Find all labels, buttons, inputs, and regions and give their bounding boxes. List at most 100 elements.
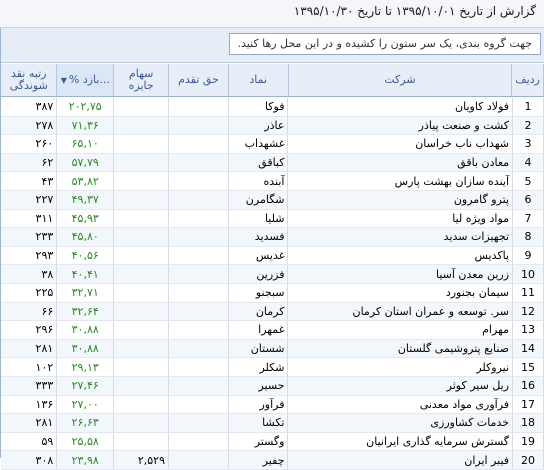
cell-rights xyxy=(168,246,229,266)
cell-symbol: حسیر xyxy=(228,376,289,396)
cell-liquidity-rank: ۶۲ xyxy=(1,153,58,173)
table-row[interactable]: ۳۳۳ ۲۷,۴۶ حسیر ریل سیر کوثر 16 xyxy=(1,376,544,396)
cell-rights xyxy=(168,134,229,154)
table-row[interactable]: ۴۳ ۵۳,۸۲ آبنده آینده سازان بهشت پارس 5 xyxy=(1,171,544,191)
table-row[interactable]: ۵۹ ۲۵,۵۸ وگستر گسترش سرمایه گذاری ایرانیان 1… xyxy=(1,432,544,452)
table-row[interactable]: ۶۲ ۵۷,۷۹ کباقق معادن باقق 4 xyxy=(1,153,544,173)
cell-return-pct: ۴۹,۳۷ xyxy=(56,190,115,210)
cell-row-number: 15 xyxy=(512,357,544,377)
cell-rights xyxy=(168,357,229,377)
cell-liquidity-rank: ۳۰۸ xyxy=(1,450,58,470)
table-row[interactable]: ۲۹۳ ۴۰,۵۶ غدیس پاکدیس 9 xyxy=(1,246,544,266)
table-row[interactable]: ۲۸۱ ۳۰,۸۸ شستان صنایع پتروشیمی گلستان 14 xyxy=(1,339,544,359)
cell-liquidity-rank: ۳۱۱ xyxy=(1,209,58,229)
table-row[interactable]: ۳۸۷ ۲۰۲,۷۵ فوکا فولاد کاویان 1 xyxy=(1,98,544,117)
table-row[interactable]: ۱۳۶ ۲۷,۰۰ فرآور فرآوری مواد معدنی 17 xyxy=(1,395,544,415)
cell-bonus-shares xyxy=(113,264,169,284)
cell-rights xyxy=(168,432,229,452)
cell-row-number: 5 xyxy=(512,171,544,191)
cell-bonus-shares xyxy=(113,134,169,154)
cell-row-number: 8 xyxy=(512,227,544,247)
cell-company: فولاد کاویان xyxy=(287,98,514,117)
cell-symbol: وگستر xyxy=(228,432,289,452)
cell-return-pct: ۲۵,۵۸ xyxy=(56,432,115,452)
report-title: گزارش از تاریخ ۱۳۹۵/۱۰/۰۱ تا تاریخ ۱۳۹۵/… xyxy=(293,4,536,18)
cell-symbol: غمهرا xyxy=(228,320,289,340)
cell-return-pct: ۵۷,۷۹ xyxy=(56,153,115,173)
cell-company: مواد ویژه لیا xyxy=(287,209,514,229)
column-header-row[interactable]: ردیف xyxy=(511,64,544,97)
cell-bonus-shares xyxy=(113,376,169,396)
cell-row-number: 9 xyxy=(512,246,544,266)
cell-symbol: غدیس xyxy=(228,246,289,266)
cell-liquidity-rank: ۲۸۱ xyxy=(1,413,58,433)
column-header-rank[interactable]: رتبه نقد شوندگی xyxy=(1,64,58,97)
cell-rights xyxy=(168,209,229,229)
table-row[interactable]: ۲۷۸ ۷۱,۳۶ عاذر کشت و صنعت پیاذر 2 xyxy=(1,116,544,136)
column-header-bonus-shares[interactable]: سهام جایزه xyxy=(113,64,170,97)
table-row[interactable]: ۲۲۵ ۳۲,۷۱ سبجنو سیمان بجنورد 11 xyxy=(1,283,544,303)
table-row[interactable]: ۳۱۱ ۴۵,۹۳ شلیا مواد ویژه لیا 7 xyxy=(1,209,544,229)
cell-return-pct: ۶۵,۱۰ xyxy=(56,134,115,154)
cell-symbol: شستان xyxy=(228,339,289,359)
column-header-symbol[interactable]: نماد xyxy=(228,64,289,97)
cell-liquidity-rank: ۲۳۳ xyxy=(1,227,58,247)
sort-descending-icon: ▼ xyxy=(60,75,67,85)
cell-rights xyxy=(168,320,229,340)
table-row[interactable]: ۲۹۶ ۳۰,۸۸ غمهرا مهرام 13 xyxy=(1,320,544,340)
cell-rights xyxy=(168,190,229,210)
cell-liquidity-rank: ۲۹۶ xyxy=(1,320,58,340)
column-header-rights[interactable]: حق تقدم xyxy=(168,64,229,97)
table-row[interactable]: ۲۳۳ ۴۵,۸۰ فسدید تجهیزات سدید 8 xyxy=(1,227,544,247)
cell-rights xyxy=(168,264,229,284)
cell-bonus-shares xyxy=(113,246,169,266)
table-row[interactable]: ۳۸ ۴۰,۴۱ فزرین زرین معدن آسیا 10 xyxy=(1,264,544,284)
cell-rights xyxy=(168,283,229,303)
cell-symbol: کرمان xyxy=(228,302,289,322)
table-row[interactable]: ۲۶۰ ۶۵,۱۰ غشهداب شهداب ناب خراسان 3 xyxy=(1,134,544,154)
cell-bonus-shares xyxy=(113,190,169,210)
cell-bonus-shares xyxy=(113,339,169,359)
grid-header: رتبه نقد شوندگی ▼% بازد... سهام جایزه حق… xyxy=(1,64,544,97)
cell-company: گسترش سرمایه گذاری ایرانیان xyxy=(287,432,514,452)
cell-rights xyxy=(168,376,229,396)
table-row[interactable]: ۱۰۲ ۲۹,۱۳ شکلر نیروکلر 15 xyxy=(1,357,544,377)
cell-symbol: فزرین xyxy=(228,264,289,284)
cell-row-number: 7 xyxy=(512,209,544,229)
cell-bonus-shares xyxy=(113,432,169,452)
cell-bonus-shares xyxy=(113,153,169,173)
cell-bonus-shares xyxy=(113,413,169,433)
cell-liquidity-rank: ۲۶۰ xyxy=(1,134,58,154)
cell-company: فیبر ایران xyxy=(287,450,514,470)
cell-row-number: 11 xyxy=(512,283,544,303)
cell-liquidity-rank: ۲۹۳ xyxy=(1,246,58,266)
table-row[interactable]: ۶۶ ۳۲,۶۴ کرمان سر. توسعه و عمران استان کرما… xyxy=(1,302,544,322)
data-grid: جهت گروه بندی، یک سر ستون را کشیده و در … xyxy=(0,28,544,470)
cell-symbol: شکلر xyxy=(228,357,289,377)
cell-company: صنایع پتروشیمی گلستان xyxy=(287,339,514,359)
cell-symbol: فسدید xyxy=(228,227,289,247)
cell-row-number: 6 xyxy=(512,190,544,210)
cell-bonus-shares xyxy=(113,320,169,340)
cell-company: آینده سازان بهشت پارس xyxy=(287,171,514,191)
table-row[interactable]: ۲۲۷ ۴۹,۳۷ شگامرن پترو گامرون 6 xyxy=(1,190,544,210)
table-row[interactable]: ۳۰۸ ۲۳,۹۸ ۲,۵۲۹ چفیر فیبر ایران 20 xyxy=(1,450,544,470)
cell-return-pct: ۲۳,۹۸ xyxy=(56,450,115,470)
cell-return-pct: ۳۰,۸۸ xyxy=(56,320,115,340)
cell-company: نیروکلر xyxy=(287,357,514,377)
table-row[interactable]: ۲۸۱ ۲۶,۶۳ تکشا خدمات کشاورزی 18 xyxy=(1,413,544,433)
cell-liquidity-rank: ۳۸ xyxy=(1,264,58,284)
cell-return-pct: ۴۵,۹۳ xyxy=(56,209,115,229)
cell-return-pct: ۴۰,۵۶ xyxy=(56,246,115,266)
cell-return-pct: ۴۰,۴۱ xyxy=(56,264,115,284)
cell-bonus-shares xyxy=(113,302,169,322)
group-by-panel[interactable]: جهت گروه بندی، یک سر ستون را کشیده و در … xyxy=(1,28,544,63)
cell-company: فرآوری مواد معدنی xyxy=(287,395,514,415)
cell-bonus-shares xyxy=(113,209,169,229)
column-header-company[interactable]: شرکت xyxy=(288,64,513,97)
cell-return-pct: ۲۹,۱۳ xyxy=(56,357,115,377)
column-header-return-pct[interactable]: ▼% بازد... xyxy=(56,64,115,97)
cell-row-number: 13 xyxy=(512,320,544,340)
cell-liquidity-rank: ۳۸۷ xyxy=(1,98,58,117)
cell-row-number: 19 xyxy=(512,432,544,452)
